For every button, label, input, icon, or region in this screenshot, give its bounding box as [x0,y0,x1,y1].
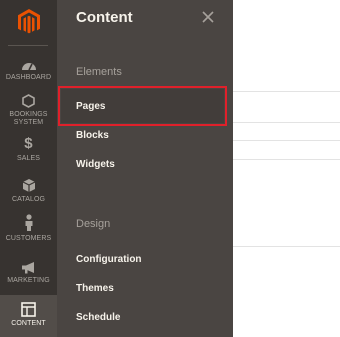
nav-label: SALES [16,155,41,162]
nav-label: CONTENT [11,320,46,327]
nav-item-sales[interactable]: $ SALES [0,136,57,163]
nav-label: CUSTOMERS [5,235,52,242]
panel-title: Content [76,9,133,26]
section-title-elements: Elements [76,66,122,78]
cube-icon [22,177,36,193]
menu-link-widgets[interactable]: Widgets [76,159,115,170]
hexagon-icon [22,92,35,108]
nav-item-bookings-system[interactable]: BOOKINGS SYSTEM [0,92,57,127]
dollar-icon: $ [24,135,33,152]
close-icon[interactable] [200,9,216,25]
page-divider [233,159,340,160]
nav-label: BOOKINGS SYSTEM [9,111,48,126]
layout-icon [21,301,36,317]
nav-item-catalog[interactable]: CATALOG [0,177,57,204]
nav-item-dashboard[interactable]: DASHBOARD [0,55,57,82]
logo-divider [8,45,48,46]
menu-link-configuration[interactable]: Configuration [76,254,142,265]
magento-logo[interactable] [0,0,57,44]
nav-label: CATALOG [11,196,46,203]
dashboard-icon [21,55,37,71]
nav-label: DASHBOARD [5,74,52,81]
admin-sidebar: DASHBOARD BOOKINGS SYSTEM $ SALES CATALO… [0,0,57,337]
page-divider [233,122,340,123]
menu-link-schedule[interactable]: Schedule [76,312,120,323]
nav-item-content[interactable]: CONTENT [0,295,57,337]
menu-link-blocks[interactable]: Blocks [76,130,109,141]
section-title-design: Design [76,218,111,230]
magento-logo-icon [17,9,40,34]
menu-link-pages[interactable]: Pages [76,101,105,112]
menu-link-themes[interactable]: Themes [76,283,114,294]
page-divider [233,140,340,141]
person-icon [24,214,34,232]
nav-item-marketing[interactable]: MARKETING [0,258,57,285]
nav-item-customers[interactable]: CUSTOMERS [0,214,57,243]
megaphone-icon [21,258,37,274]
page-divider [233,91,340,92]
page-divider [233,246,340,247]
nav-label: MARKETING [7,277,50,284]
